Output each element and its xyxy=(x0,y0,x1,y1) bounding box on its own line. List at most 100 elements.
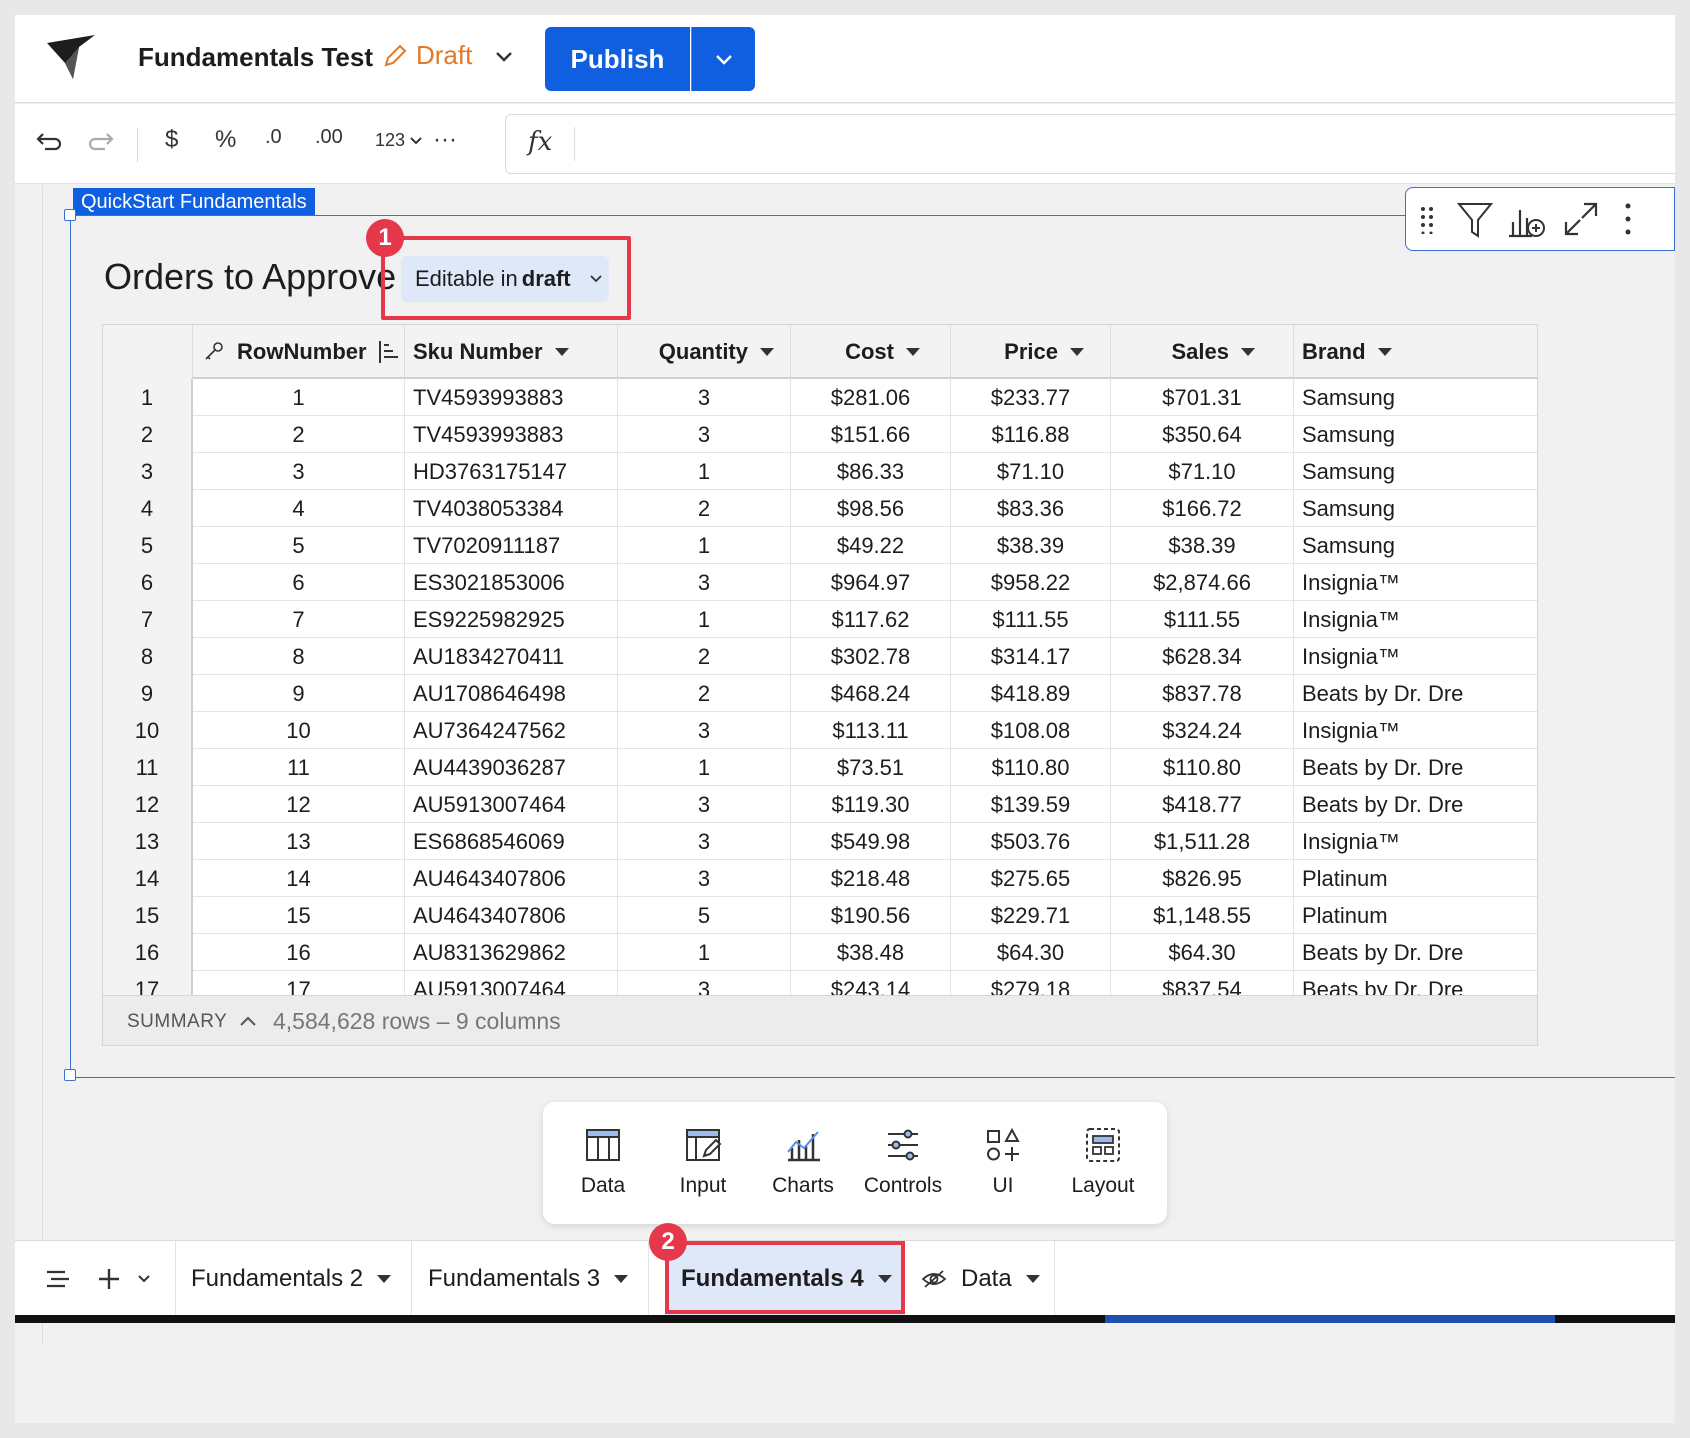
cost-cell[interactable]: $86.33 xyxy=(791,453,951,490)
table-row[interactable]: 13 13 ES6868546069 3 $549.98 $503.76 $1,511.28… xyxy=(103,823,1537,860)
cost-cell[interactable]: $549.98 xyxy=(791,823,951,860)
filter-icon[interactable] xyxy=(1456,200,1494,240)
row-index-cell[interactable]: 2 xyxy=(103,416,193,453)
table-row[interactable]: 3 3 HD3763175147 1 $86.33 $71.10 $71.10 Samsung xyxy=(103,453,1537,490)
sort-ascending-icon[interactable] xyxy=(377,339,401,365)
caret-down-icon[interactable] xyxy=(760,348,774,356)
price-cell[interactable]: $111.55 xyxy=(951,601,1111,638)
draft-status[interactable]: Draft xyxy=(382,40,472,71)
price-cell[interactable]: $64.30 xyxy=(951,934,1111,971)
sales-cell[interactable]: $110.80 xyxy=(1111,749,1294,786)
table-row[interactable]: 2 2 TV4593993883 3 $151.66 $116.88 $350.64 Sams… xyxy=(103,416,1537,453)
caret-down-icon[interactable] xyxy=(1377,348,1392,356)
row-index-cell[interactable]: 15 xyxy=(103,897,193,934)
sku-number-cell[interactable]: AU8313629862 xyxy=(405,934,618,971)
quantity-cell[interactable]: 3 xyxy=(618,823,791,860)
brand-cell[interactable]: Samsung xyxy=(1294,490,1537,527)
quantity-cell[interactable]: 3 xyxy=(618,379,791,416)
add-layout-button[interactable]: Layout xyxy=(1053,1126,1153,1198)
price-cell[interactable]: $110.80 xyxy=(951,749,1111,786)
table-row[interactable]: 16 16 AU8313629862 1 $38.48 $64.30 $64.30 Beats… xyxy=(103,934,1537,971)
quantity-cell[interactable]: 3 xyxy=(618,860,791,897)
rownumber-cell[interactable]: 17 xyxy=(193,971,405,995)
chevron-down-icon[interactable] xyxy=(495,49,513,63)
brand-cell[interactable]: Beats by Dr. Dre xyxy=(1294,934,1537,971)
brand-cell[interactable]: Beats by Dr. Dre xyxy=(1294,971,1537,995)
brand-cell[interactable]: Insignia™ xyxy=(1294,638,1537,675)
row-index-cell[interactable]: 11 xyxy=(103,749,193,786)
quantity-cell[interactable]: 1 xyxy=(618,934,791,971)
caret-down-icon[interactable] xyxy=(906,348,920,356)
brand-cell[interactable]: Beats by Dr. Dre xyxy=(1294,749,1537,786)
chevron-up-icon[interactable] xyxy=(239,1015,257,1027)
row-index-cell[interactable]: 16 xyxy=(103,934,193,971)
caret-down-icon[interactable] xyxy=(554,348,569,356)
decrease-decimals-button[interactable]: .0 xyxy=(265,126,282,149)
rownumber-cell[interactable]: 10 xyxy=(193,712,405,749)
sales-cell[interactable]: $71.10 xyxy=(1111,453,1294,490)
sales-cell[interactable]: $701.31 xyxy=(1111,379,1294,416)
row-index-cell[interactable]: 12 xyxy=(103,786,193,823)
cost-cell[interactable]: $302.78 xyxy=(791,638,951,675)
add-charts-button[interactable]: Charts xyxy=(753,1126,853,1198)
element-title[interactable]: Orders to Approve xyxy=(104,256,396,298)
add-ui-button[interactable]: UI xyxy=(953,1126,1053,1198)
table-row[interactable]: 4 4 TV4038053384 2 $98.56 $83.36 $166.72 Samsun… xyxy=(103,490,1537,527)
column-header-sales[interactable]: Sales xyxy=(1111,325,1294,379)
row-index-cell[interactable]: 4 xyxy=(103,490,193,527)
table-row[interactable]: 8 8 AU1834270411 2 $302.78 $314.17 $628.34 Insi… xyxy=(103,638,1537,675)
page-list-icon[interactable] xyxy=(45,1269,71,1289)
quantity-cell[interactable]: 1 xyxy=(618,453,791,490)
element-source-tag[interactable]: QuickStart Fundamentals xyxy=(73,188,315,216)
price-cell[interactable]: $38.39 xyxy=(951,527,1111,564)
brand-cell[interactable]: Platinum xyxy=(1294,897,1537,934)
caret-down-icon[interactable] xyxy=(614,1274,629,1283)
cost-cell[interactable]: $73.51 xyxy=(791,749,951,786)
price-cell[interactable]: $314.17 xyxy=(951,638,1111,675)
drag-handle-icon[interactable] xyxy=(1420,206,1434,234)
rownumber-cell[interactable]: 5 xyxy=(193,527,405,564)
row-index-cell[interactable]: 1 xyxy=(103,379,193,416)
table-row[interactable]: 12 12 AU5913007464 3 $119.30 $139.59 $418.77 Be… xyxy=(103,786,1537,823)
sales-cell[interactable]: $166.72 xyxy=(1111,490,1294,527)
price-cell[interactable]: $229.71 xyxy=(951,897,1111,934)
rownumber-cell[interactable]: 2 xyxy=(193,416,405,453)
tab-fundamentals-3[interactable]: Fundamentals 3 xyxy=(412,1241,649,1316)
sales-cell[interactable]: $2,874.66 xyxy=(1111,564,1294,601)
table-row[interactable]: 7 7 ES9225982925 1 $117.62 $111.55 $111.55 Insi… xyxy=(103,601,1537,638)
table-row[interactable]: 11 11 AU4439036287 1 $73.51 $110.80 $110.80 Bea… xyxy=(103,749,1537,786)
row-index-cell[interactable]: 8 xyxy=(103,638,193,675)
tab-data[interactable]: Data xyxy=(905,1241,1055,1316)
quantity-cell[interactable]: 5 xyxy=(618,897,791,934)
cost-cell[interactable]: $117.62 xyxy=(791,601,951,638)
cost-cell[interactable]: $243.14 xyxy=(791,971,951,995)
add-input-button[interactable]: Input xyxy=(653,1126,753,1198)
sku-number-cell[interactable]: AU5913007464 xyxy=(405,786,618,823)
chevron-down-icon[interactable] xyxy=(137,1274,151,1284)
number-format-button[interactable]: 123 xyxy=(375,130,423,151)
increase-decimals-button[interactable]: .00 xyxy=(315,126,343,149)
row-index-cell[interactable]: 17 xyxy=(103,971,193,995)
more-vertical-icon[interactable] xyxy=(1624,202,1632,236)
sales-cell[interactable]: $1,511.28 xyxy=(1111,823,1294,860)
cost-cell[interactable]: $281.06 xyxy=(791,379,951,416)
price-cell[interactable]: $958.22 xyxy=(951,564,1111,601)
price-cell[interactable]: $418.89 xyxy=(951,675,1111,712)
price-cell[interactable]: $71.10 xyxy=(951,453,1111,490)
sku-number-cell[interactable]: AU4643407806 xyxy=(405,897,618,934)
rownumber-cell[interactable]: 6 xyxy=(193,564,405,601)
table-row[interactable]: 15 15 AU4643407806 5 $190.56 $229.71 $1,148.55… xyxy=(103,897,1537,934)
sku-number-cell[interactable]: AU7364247562 xyxy=(405,712,618,749)
sales-cell[interactable]: $38.39 xyxy=(1111,527,1294,564)
table-row[interactable]: 17 17 AU5913007464 3 $243.14 $279.18 $837.54 Be… xyxy=(103,971,1537,995)
quantity-cell[interactable]: 2 xyxy=(618,490,791,527)
row-index-cell[interactable]: 3 xyxy=(103,453,193,490)
column-header-brand[interactable]: Brand xyxy=(1294,325,1537,379)
cost-cell[interactable]: $190.56 xyxy=(791,897,951,934)
table-element[interactable]: Orders to Approve Editable in draft RowN… xyxy=(64,209,1675,1081)
price-cell[interactable]: $503.76 xyxy=(951,823,1111,860)
table-summary-bar[interactable]: SUMMARY 4,584,628 rows – 9 columns xyxy=(103,995,1537,1045)
cost-cell[interactable]: $113.11 xyxy=(791,712,951,749)
price-cell[interactable]: $83.36 xyxy=(951,490,1111,527)
rownumber-cell[interactable]: 11 xyxy=(193,749,405,786)
